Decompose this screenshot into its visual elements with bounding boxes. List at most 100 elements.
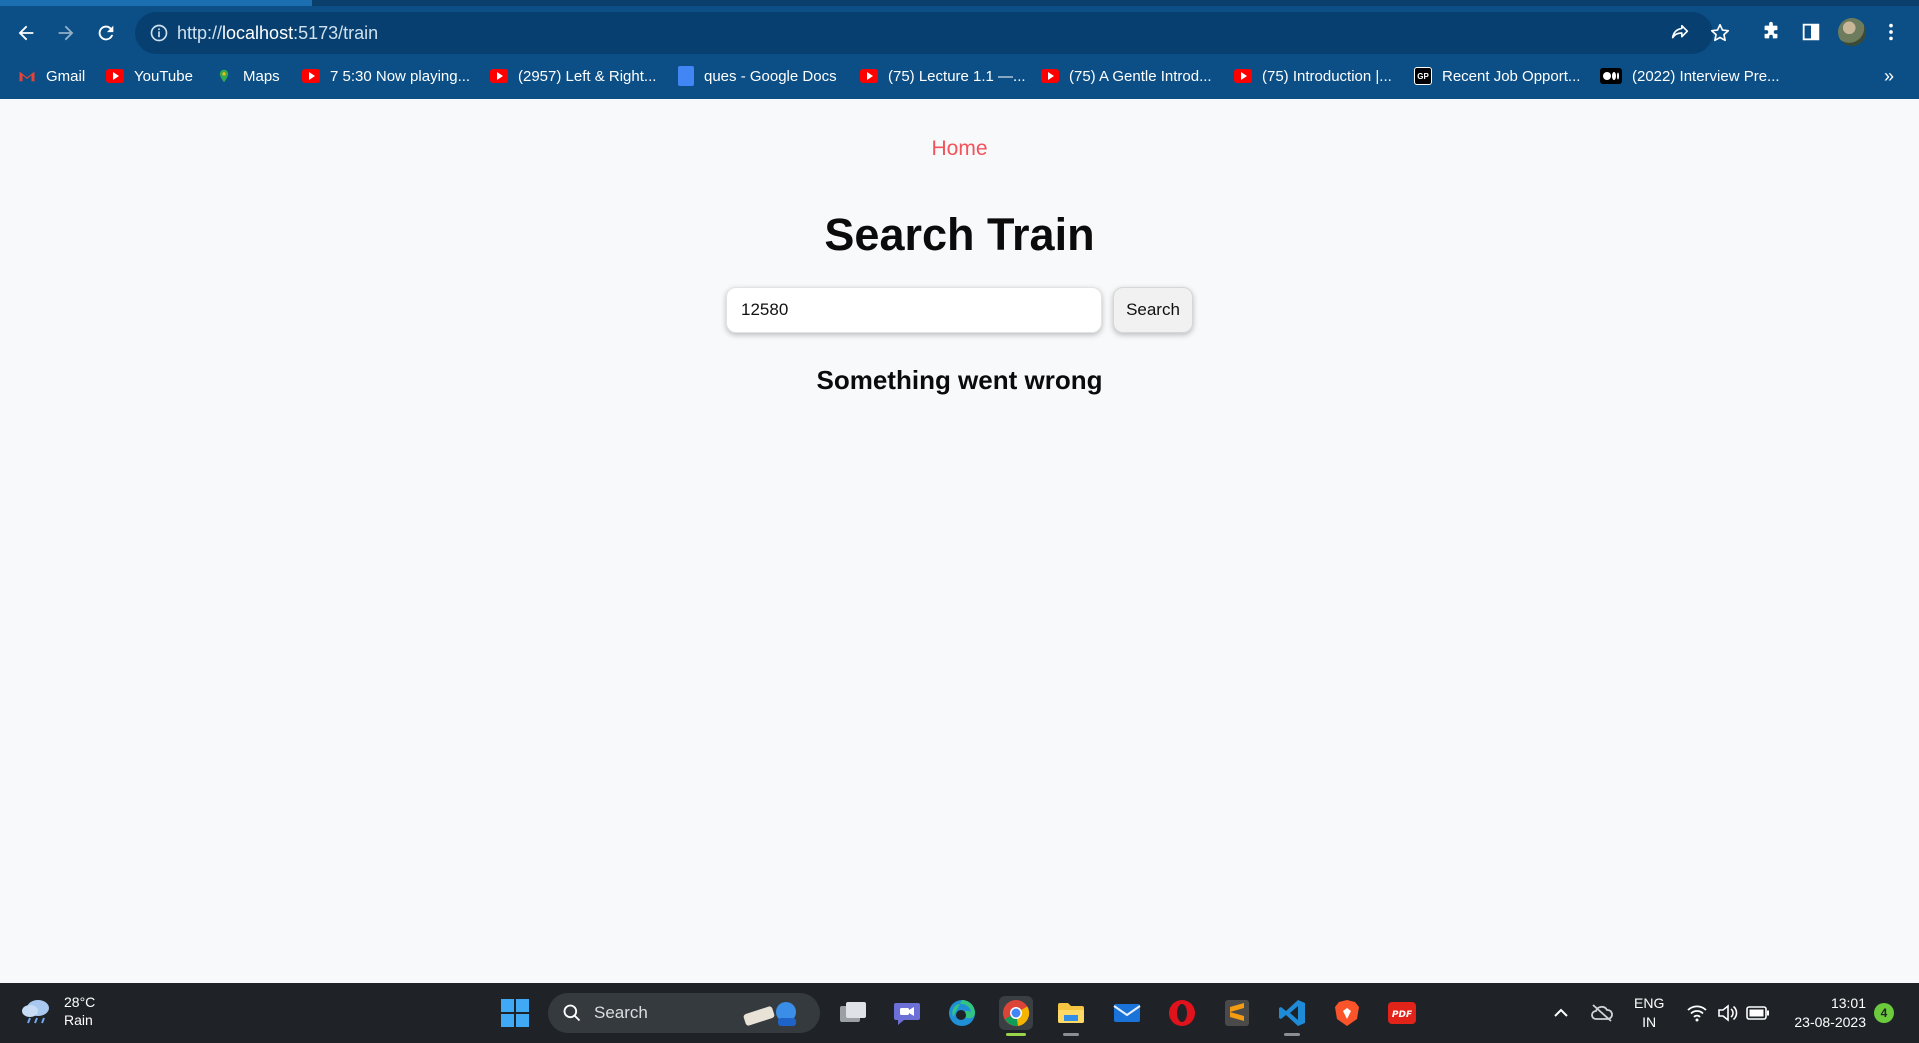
file-explorer-button[interactable] — [1054, 996, 1088, 1036]
chrome-button[interactable] — [999, 996, 1033, 1036]
notification-badge[interactable]: 4 — [1874, 1003, 1894, 1023]
browser-chrome: http://localhost:5173/train Gmail YouTub… — [0, 0, 1919, 99]
system-clock[interactable]: 13:01 23-08-2023 — [1778, 994, 1866, 1032]
windows-logo-icon — [501, 999, 529, 1027]
gmail-icon — [19, 71, 35, 82]
bookmark-label: (75) Introduction |... — [1262, 67, 1392, 85]
bookmark-label: 7 5:30 Now playing... — [330, 67, 471, 85]
bookmark-item[interactable]: (75) Introduction |... — [1234, 62, 1392, 90]
open-app-indicator — [1063, 1033, 1079, 1036]
bookmark-label: Maps — [243, 67, 280, 85]
search-button[interactable]: Search — [1113, 287, 1193, 333]
open-app-indicator — [1284, 1033, 1300, 1036]
start-button[interactable] — [498, 996, 532, 1030]
edge-button[interactable] — [945, 996, 979, 1030]
opera-button[interactable] — [1165, 996, 1199, 1030]
back-button[interactable] — [10, 17, 42, 49]
address-bar[interactable]: http://localhost:5173/train — [135, 12, 1730, 54]
vscode-button[interactable] — [1275, 996, 1309, 1036]
bookmark-item[interactable]: ques - Google Docs — [678, 62, 837, 90]
rain-cloud-icon — [22, 1000, 49, 1024]
youtube-icon — [490, 69, 508, 83]
site-info-icon[interactable] — [149, 23, 169, 43]
gp-icon: GP — [1414, 67, 1432, 85]
vscode-icon — [1279, 1000, 1305, 1026]
teams-chat-button[interactable] — [890, 996, 924, 1030]
bookmarks-overflow-button[interactable]: » — [1884, 62, 1894, 90]
home-link[interactable]: Home — [931, 137, 987, 160]
bookmark-item[interactable]: Gmail — [18, 62, 85, 90]
svg-text:PDF: PDF — [1392, 1010, 1413, 1020]
bookmark-item[interactable]: (2022) Interview Pre... — [1600, 62, 1780, 90]
bookmark-item[interactable]: GP Recent Job Opport... — [1414, 62, 1580, 90]
bookmark-label: (75) A Gentle Introd... — [1069, 67, 1212, 85]
bookmarks-bar: Gmail YouTube Maps 7 5:30 Now playing...… — [0, 62, 1919, 92]
youtube-icon — [1234, 69, 1252, 83]
weather-widget[interactable]: 28°C Rain — [20, 993, 95, 1029]
sublime-text-icon — [1225, 1000, 1249, 1026]
profile-avatar[interactable] — [1838, 18, 1866, 46]
forward-button[interactable] — [50, 17, 82, 49]
search-icon — [563, 1004, 581, 1022]
bookmark-label: Gmail — [46, 67, 86, 85]
bookmark-item[interactable]: (75) Lecture 1.1 —... — [860, 62, 1026, 90]
volume-icon[interactable] — [1716, 1003, 1738, 1023]
share-icon[interactable] — [1669, 22, 1691, 44]
teams-chat-icon — [894, 1003, 920, 1025]
search-highlight-icon — [743, 1002, 796, 1026]
language-code: ENG — [1634, 995, 1665, 1011]
bookmark-item[interactable]: (2957) Left & Right... — [490, 62, 656, 90]
extensions-puzzle-icon[interactable] — [1760, 21, 1782, 43]
bookmark-label: YouTube — [134, 67, 193, 85]
google-docs-icon — [678, 66, 694, 86]
medium-icon — [1600, 68, 1622, 84]
chevron-up-icon[interactable] — [1552, 1005, 1570, 1021]
youtube-icon — [1041, 69, 1059, 83]
brave-button[interactable] — [1330, 996, 1364, 1030]
bookmark-label: ques - Google Docs — [704, 67, 837, 85]
error-message: Something went wrong — [816, 365, 1103, 395]
mail-button[interactable] — [1110, 996, 1144, 1030]
task-view-button[interactable] — [836, 996, 870, 1030]
taskbar: 28°C Rain Search PDF ENG IN 13:01 23-08-… — [0, 983, 1919, 1043]
bookmark-item[interactable]: 7 5:30 Now playing... — [302, 62, 470, 90]
bookmark-item[interactable]: (75) A Gentle Introd... — [1041, 62, 1212, 90]
brave-browser-icon — [1335, 1000, 1359, 1026]
maps-icon — [219, 69, 229, 83]
url-path: :5173/train — [293, 23, 379, 43]
youtube-icon — [106, 69, 124, 83]
edge-browser-icon — [949, 1000, 975, 1026]
side-panel-icon[interactable] — [1800, 21, 1822, 43]
onedrive-offline-icon[interactable] — [1590, 1003, 1614, 1023]
tab-strip — [0, 0, 1919, 6]
pdf-icon: PDF — [1388, 1002, 1416, 1024]
folder-icon — [1058, 1003, 1084, 1023]
reload-icon — [98, 25, 114, 41]
bookmark-label: (2022) Interview Pre... — [1632, 67, 1780, 85]
back-arrow-icon — [18, 25, 34, 41]
taskbar-search[interactable]: Search — [548, 993, 820, 1033]
language-indicator[interactable]: ENG IN — [1634, 994, 1664, 1032]
bookmark-label: (75) Lecture 1.1 —... — [888, 67, 1026, 85]
url-text[interactable]: http://localhost:5173/train — [177, 23, 378, 44]
browser-toolbar: http://localhost:5173/train — [0, 9, 1919, 55]
weather-text: 28°C Rain — [64, 993, 95, 1029]
url-host: localhost — [222, 23, 294, 43]
reload-button[interactable] — [90, 17, 122, 49]
bookmark-item[interactable]: Maps — [215, 62, 280, 90]
region-code: IN — [1642, 1014, 1657, 1030]
forward-arrow-icon — [58, 25, 74, 41]
sublime-text-button[interactable] — [1220, 996, 1254, 1030]
taskbar-search-label: Search — [594, 1003, 648, 1022]
bookmark-label: Recent Job Opport... — [1442, 67, 1581, 85]
active-tab[interactable] — [0, 0, 312, 6]
youtube-icon — [302, 69, 320, 83]
more-menu-icon[interactable] — [1880, 19, 1902, 45]
task-view-icon — [840, 1002, 866, 1022]
train-number-input[interactable] — [726, 287, 1102, 333]
bookmark-item[interactable]: YouTube — [106, 62, 193, 90]
pdf-reader-button[interactable]: PDF — [1385, 996, 1419, 1030]
battery-icon[interactable] — [1746, 1005, 1770, 1021]
bookmark-star-icon[interactable] — [1709, 22, 1731, 44]
wifi-icon[interactable] — [1686, 1003, 1708, 1023]
